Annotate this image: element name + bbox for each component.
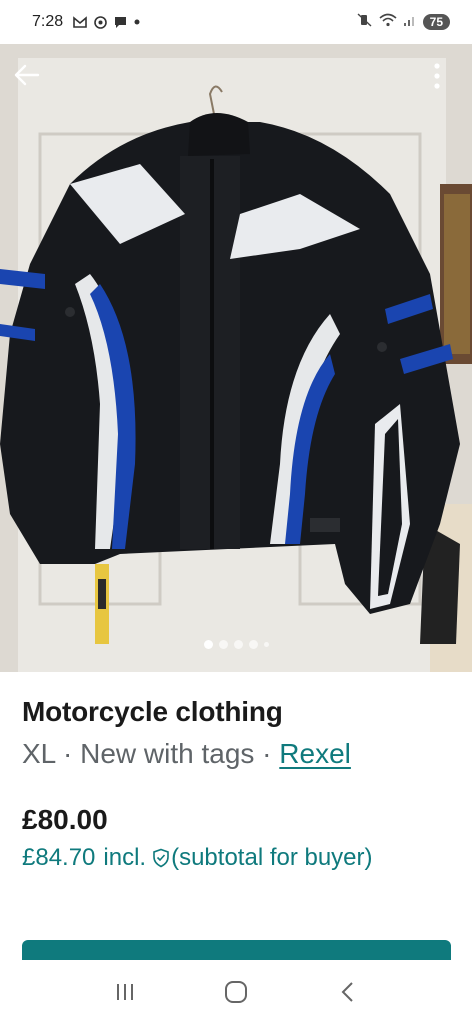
dot-icon: [134, 19, 140, 25]
buyer-price-value: £84.70: [22, 844, 96, 871]
item-details: Motorcycle clothing XL · New with tags ·…: [22, 696, 452, 872]
item-size: XL: [22, 738, 56, 769]
item-price: £80.00: [22, 804, 108, 835]
chat-icon: [114, 16, 127, 29]
system-back-button[interactable]: [327, 972, 367, 1012]
recent-apps-icon: [117, 984, 134, 1000]
chrome-icon: [94, 15, 107, 29]
incl-label: incl.: [103, 844, 147, 871]
arrow-left-icon: [14, 64, 40, 86]
item-condition: New with tags: [80, 738, 255, 769]
home-button[interactable]: [216, 972, 256, 1012]
status-bar: 7:28 75: [0, 0, 472, 44]
chevron-left-icon: [341, 982, 353, 1002]
product-image-gallery[interactable]: [0, 44, 472, 672]
mute-vibrate-icon: [357, 12, 373, 32]
jacket-photo: [0, 44, 472, 672]
item-title: Motorcycle clothing: [22, 696, 283, 727]
recent-apps-button[interactable]: [105, 972, 145, 1012]
gallery-dot-1[interactable]: [203, 640, 213, 649]
status-time: 7:28: [32, 13, 64, 30]
shield-check-icon: [152, 848, 170, 868]
system-navigation-bar: [0, 960, 472, 1024]
gallery-dot-4[interactable]: [248, 640, 258, 649]
item-meta: XL · New with tags · Rexel: [22, 738, 452, 770]
gallery-pagination: [0, 640, 472, 649]
buyer-note: (subtotal for buyer): [171, 844, 373, 871]
wifi-icon: [379, 13, 397, 32]
gmail-icon: [73, 16, 87, 28]
gallery-dot-2[interactable]: [218, 640, 228, 649]
home-icon: [224, 981, 247, 1003]
more-vertical-icon: [434, 63, 440, 89]
back-button[interactable]: [14, 64, 48, 98]
signal-icon: [403, 13, 417, 32]
notification-icons: [73, 15, 140, 29]
brand-link[interactable]: Rexel: [279, 738, 351, 769]
more-options-button[interactable]: [434, 62, 458, 98]
system-icons: 75: [357, 12, 450, 32]
meta-separator: ·: [55, 738, 81, 769]
meta-separator: ·: [254, 738, 280, 769]
gallery-dot-5[interactable]: [263, 642, 269, 647]
gallery-dot-3[interactable]: [233, 640, 243, 649]
buyer-protection-price[interactable]: £84.70 incl. (subtotal for buyer): [22, 844, 452, 872]
battery-indicator: 75: [422, 14, 450, 30]
